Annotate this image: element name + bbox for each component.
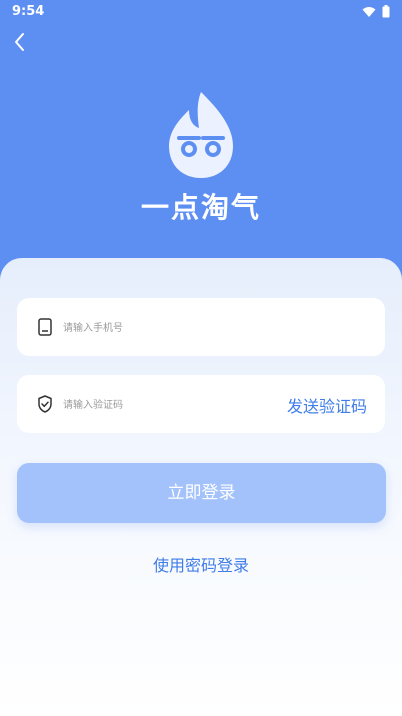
status-bar: 9:54 [0,0,402,24]
login-button[interactable]: 立即登录 [17,463,386,523]
phone-icon [38,318,52,336]
send-code-button[interactable]: 发送验证码 [287,393,367,417]
shield-icon [38,395,52,413]
flame-logo-icon [169,92,233,178]
phone-field[interactable] [17,298,385,356]
password-login-link[interactable]: 使用密码登录 [0,552,402,576]
app-name: 一点淘气 [140,191,261,224]
status-time: 9:54 [12,4,45,19]
status-icons [362,5,390,18]
wifi-icon [362,6,376,17]
battery-icon [382,5,390,18]
code-input[interactable] [61,393,265,417]
back-button[interactable] [8,30,32,54]
phone-input[interactable] [61,316,265,340]
code-field[interactable]: 发送验证码 [17,375,385,433]
